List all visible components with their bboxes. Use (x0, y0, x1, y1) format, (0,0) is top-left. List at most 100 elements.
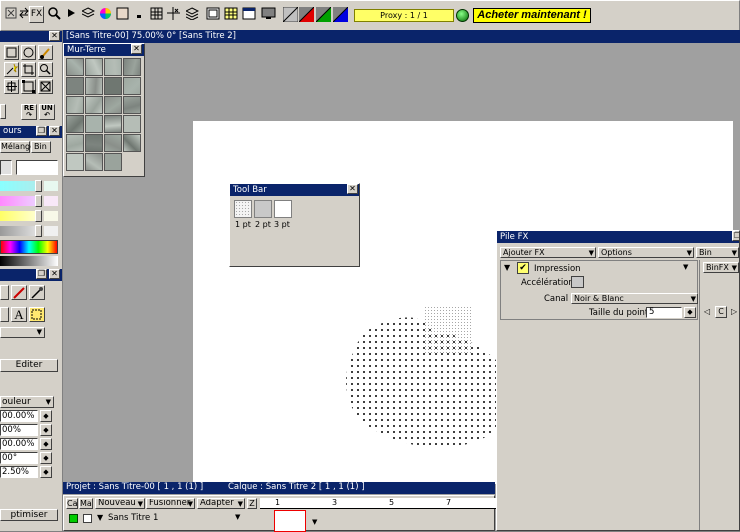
close-icon[interactable]: ✕ (131, 44, 142, 54)
binfx-dropdown[interactable]: BinFX ▼ (703, 262, 739, 273)
spin-icon[interactable]: ◆ (40, 410, 52, 422)
select-tool-icon[interactable] (29, 307, 45, 322)
close-icon[interactable]: ✕ (49, 31, 60, 41)
timeline-frame[interactable] (274, 510, 306, 532)
texture-tile[interactable] (66, 153, 84, 171)
options-dropdown[interactable]: Options ▼ (598, 247, 694, 258)
undo-button[interactable]: UN ↶ (39, 104, 55, 120)
effect-menu-arrow-icon[interactable]: ▼ (683, 263, 688, 271)
restore-icon[interactable]: ❐ (36, 126, 47, 136)
texture-tile[interactable] (85, 134, 103, 152)
spin-icon[interactable]: ◆ (40, 424, 52, 436)
layer-visible-checkbox[interactable] (69, 514, 78, 523)
field-2[interactable]: 00% (0, 424, 38, 436)
texture-tile[interactable] (66, 115, 84, 133)
texture-tile[interactable] (104, 77, 122, 95)
timeline-menu-icon[interactable]: ▼ (312, 518, 317, 526)
next-arrow-icon[interactable]: ▷ (731, 307, 737, 316)
stroke-2pt[interactable] (254, 200, 272, 218)
texture-icon[interactable] (114, 6, 130, 23)
impression-checkbox[interactable]: ✔ (517, 262, 529, 274)
stroke-3pt[interactable] (274, 200, 292, 218)
texture-tile[interactable] (104, 153, 122, 171)
taille-spin-icon[interactable]: ◆ (684, 307, 696, 318)
restore-icon[interactable]: ❐ (36, 269, 47, 279)
texture-tile[interactable] (85, 153, 103, 171)
texture-tile[interactable] (123, 134, 141, 152)
grid-icon[interactable] (148, 6, 164, 23)
grid-yellow-icon[interactable] (223, 6, 239, 23)
tab-bin[interactable]: Bin (31, 141, 51, 153)
zoom-icon[interactable] (46, 6, 62, 23)
close-icon[interactable]: ✕ (49, 126, 60, 136)
slider-thumb[interactable] (35, 225, 42, 237)
acceleration-checkbox[interactable] (571, 276, 584, 288)
texture-tile[interactable] (123, 77, 141, 95)
window-icon[interactable] (241, 6, 257, 23)
rect-tool[interactable] (4, 45, 19, 60)
field-1[interactable]: 00.00% (0, 410, 38, 422)
transform-tool[interactable] (21, 79, 36, 94)
slider-thumb[interactable] (35, 210, 42, 222)
distort-tool[interactable] (38, 79, 53, 94)
layers-icon[interactable] (80, 6, 96, 23)
close-icon[interactable]: ✕ (347, 184, 358, 194)
tab-melange[interactable]: Mélange (0, 141, 35, 153)
tool-blank[interactable] (0, 104, 6, 119)
prev-arrow-icon[interactable]: ◁ (704, 307, 710, 316)
texture-tile[interactable] (85, 58, 103, 76)
globe-icon[interactable] (456, 9, 469, 22)
layer-expand-icon[interactable]: ▼ (97, 513, 103, 522)
c-button[interactable]: C (715, 306, 727, 318)
restore-icon[interactable]: ❐ (732, 231, 739, 241)
brush-pencil-icon[interactable] (0, 285, 9, 300)
field-4[interactable]: 00° (0, 452, 38, 464)
flag-green-icon[interactable] (315, 6, 331, 23)
brush-dropdown[interactable]: ▼ (0, 327, 45, 338)
slider-thumb[interactable] (35, 180, 42, 192)
bin-dropdown[interactable]: Bin ▼ (696, 247, 739, 258)
flag-red-icon[interactable] (298, 6, 314, 23)
texture-tile[interactable] (66, 134, 84, 152)
value-gradient[interactable] (0, 256, 58, 266)
editer-button[interactable]: Editer (0, 359, 58, 372)
close-icon[interactable]: ✕ (49, 269, 60, 279)
monitor-icon[interactable] (260, 6, 276, 23)
play-icon[interactable] (63, 6, 79, 23)
texture-tile[interactable] (104, 58, 122, 76)
crop-tool[interactable] (21, 62, 36, 77)
canal-dropdown[interactable]: Noir & Blanc ▼ (571, 293, 698, 304)
spin-icon[interactable]: ◆ (40, 452, 52, 464)
gradient-white[interactable] (44, 181, 58, 191)
ellipse-tool[interactable] (21, 45, 36, 60)
texture-tile[interactable] (66, 58, 84, 76)
hue-spectrum[interactable] (0, 240, 58, 254)
stack-icon[interactable] (184, 6, 200, 23)
flag-grey-icon[interactable] (282, 6, 298, 23)
texture-tile[interactable] (85, 115, 103, 133)
field-5[interactable]: 2.50% (0, 466, 38, 478)
color-preview-right[interactable] (16, 160, 58, 175)
texture-tile[interactable] (104, 134, 122, 152)
gradient-white[interactable] (44, 196, 58, 206)
texture-tile[interactable] (85, 77, 103, 95)
buy-now-button[interactable]: Acheter maintenant ! (473, 8, 591, 23)
gradient-cyan[interactable] (0, 181, 35, 191)
color-wheel-icon[interactable] (97, 6, 113, 23)
layer-menu-icon[interactable]: ▼ (235, 513, 240, 521)
text-tool-icon[interactable]: A (11, 307, 27, 322)
texture-tile[interactable] (66, 96, 84, 114)
mode-dropdown[interactable]: ouleur ▼ (0, 396, 54, 408)
field-3[interactable]: 00.00% (0, 438, 38, 450)
slider-thumb[interactable] (35, 195, 42, 207)
texture-tile[interactable] (66, 77, 84, 95)
texture-tile[interactable] (85, 96, 103, 114)
texture-tile[interactable] (123, 96, 141, 114)
gradient-white[interactable] (44, 226, 58, 236)
crosshair-icon[interactable] (165, 6, 181, 23)
paint-icon[interactable] (131, 6, 147, 23)
zoom-tool[interactable] (38, 62, 53, 77)
flag-blue-icon[interactable] (332, 6, 348, 23)
optimiser-button[interactable]: ptimiser (0, 509, 58, 521)
texture-tile[interactable] (123, 115, 141, 133)
